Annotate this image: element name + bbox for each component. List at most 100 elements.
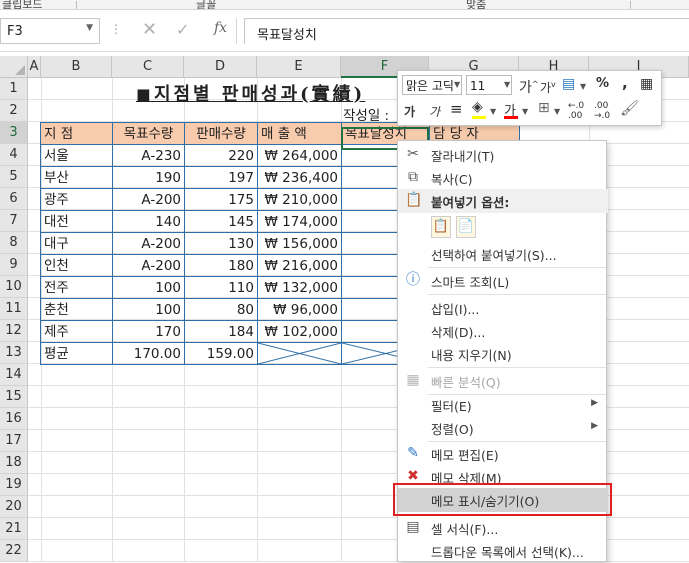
row-header-12[interactable]: 12 bbox=[0, 320, 28, 342]
cell-branch[interactable]: 대구 bbox=[40, 232, 113, 255]
percent-style-button[interactable]: % bbox=[596, 76, 609, 91]
fill-color-icon[interactable]: ◈ bbox=[472, 99, 483, 115]
cell-sales[interactable]: ₩ 102,000 bbox=[257, 320, 342, 343]
accounting-format-icon[interactable]: ▤ bbox=[562, 76, 575, 92]
header-sales[interactable]: 매 출 액 bbox=[257, 122, 342, 145]
cell-branch[interactable]: 제주 bbox=[40, 320, 113, 343]
select-all-button[interactable] bbox=[0, 56, 28, 78]
more-icon[interactable]: ⋮ bbox=[110, 22, 122, 36]
cell-branch[interactable]: 서울 bbox=[40, 144, 113, 167]
check-icon[interactable]: ✓ bbox=[176, 20, 189, 39]
cell-target[interactable]: A-230 bbox=[112, 144, 185, 167]
menu-item-smart-lookup[interactable]: ⓘ 스마트 조회(L) bbox=[398, 269, 608, 293]
paste-option-default-icon[interactable]: 📄 bbox=[456, 216, 476, 238]
insert-function-button[interactable]: fx bbox=[214, 20, 227, 36]
cell-branch[interactable]: 인천 bbox=[40, 254, 113, 277]
row-header-15[interactable]: 15 bbox=[0, 386, 28, 408]
menu-item-quick-analysis[interactable]: ▦ 빠른 분석(Q) bbox=[398, 369, 608, 393]
cell-sales[interactable]: ₩ 174,000 bbox=[257, 210, 342, 233]
format-painter-icon[interactable]: 🖌 bbox=[620, 99, 639, 117]
row-header-14[interactable]: 14 bbox=[0, 364, 28, 386]
cell-sales[interactable]: ₩ 156,000 bbox=[257, 232, 342, 255]
row-header-5[interactable]: 5 bbox=[0, 166, 28, 188]
decrease-decimal-icon[interactable]: .00 →.0 bbox=[594, 101, 610, 121]
borders-icon[interactable]: ⊞ bbox=[538, 100, 550, 116]
cell-branch[interactable]: 광주 bbox=[40, 188, 113, 211]
bold-button[interactable]: 가 bbox=[404, 103, 415, 120]
menu-item-format-cells[interactable]: ▤ 셀 서식(F)... bbox=[398, 516, 608, 540]
row-header-6[interactable]: 6 bbox=[0, 188, 28, 210]
cell-target[interactable]: 170 bbox=[112, 320, 185, 343]
row-header-1[interactable]: 1 bbox=[0, 78, 28, 100]
comma-style-button[interactable]: , bbox=[622, 74, 628, 92]
menu-item-sort[interactable]: 정렬(O) ▶ bbox=[398, 416, 608, 440]
cell-branch[interactable]: 전주 bbox=[40, 276, 113, 299]
cell-sales[interactable]: ₩ 210,000 bbox=[257, 188, 342, 211]
avg-sales-crossed[interactable] bbox=[257, 342, 342, 365]
row-header-21[interactable]: 21 bbox=[0, 518, 28, 540]
avg-target[interactable]: 170.00 bbox=[112, 342, 185, 365]
cell-sales[interactable]: ₩ 96,000 bbox=[257, 298, 342, 321]
chevron-down-icon[interactable]: ▼ bbox=[504, 80, 510, 89]
menu-item-cut[interactable]: ✂ 잘라내기(T) bbox=[398, 143, 608, 167]
row-header-9[interactable]: 9 bbox=[0, 254, 28, 276]
column-header-a[interactable]: A bbox=[28, 56, 41, 78]
cell-sold[interactable]: 184 bbox=[184, 320, 258, 343]
column-header-d[interactable]: D bbox=[184, 56, 257, 78]
cell-sold[interactable]: 220 bbox=[184, 144, 258, 167]
row-header-4[interactable]: 4 bbox=[0, 144, 28, 166]
cell-sold[interactable]: 110 bbox=[184, 276, 258, 299]
menu-item-filter[interactable]: 필터(E) ▶ bbox=[398, 393, 608, 417]
cell-branch[interactable]: 부산 bbox=[40, 166, 113, 189]
increase-font-icon[interactable]: 가^ bbox=[519, 77, 539, 97]
row-header-18[interactable]: 18 bbox=[0, 452, 28, 474]
menu-item-edit-comment[interactable]: ✎ 메모 편집(E) bbox=[398, 442, 608, 466]
header-sold-qty[interactable]: 판매수량 bbox=[184, 122, 258, 145]
cell-sold[interactable]: 175 bbox=[184, 188, 258, 211]
italic-button[interactable]: 가 bbox=[429, 103, 440, 120]
cell-sold[interactable]: 180 bbox=[184, 254, 258, 277]
row-header-13[interactable]: 13 bbox=[0, 342, 28, 364]
chevron-down-icon[interactable]: ▼ bbox=[554, 107, 560, 116]
formula-input[interactable]: 목표달성치 bbox=[244, 18, 689, 44]
row-header-2[interactable]: 2 bbox=[0, 100, 28, 122]
row-header-8[interactable]: 8 bbox=[0, 232, 28, 254]
cell-sold[interactable]: 130 bbox=[184, 232, 258, 255]
cell-target[interactable]: A-200 bbox=[112, 232, 185, 255]
cell-sales[interactable]: ₩ 236,400 bbox=[257, 166, 342, 189]
name-box[interactable]: F3 ▼ bbox=[0, 18, 100, 44]
cell-sales[interactable]: ₩ 216,000 bbox=[257, 254, 342, 277]
chevron-down-icon[interactable]: ▼ bbox=[522, 107, 528, 116]
cell-target[interactable]: 140 bbox=[112, 210, 185, 233]
column-header-c[interactable]: C bbox=[112, 56, 184, 78]
menu-item-copy[interactable]: ⧉ 복사(C) bbox=[398, 166, 608, 190]
menu-item-delete[interactable]: 삭제(D)... bbox=[398, 319, 608, 343]
column-header-e[interactable]: E bbox=[257, 56, 341, 78]
menu-item-paste-special[interactable]: 선택하여 붙여넣기(S)... bbox=[398, 242, 608, 266]
cell-target[interactable]: 190 bbox=[112, 166, 185, 189]
cell-branch[interactable]: 춘천 bbox=[40, 298, 113, 321]
row-header-3[interactable]: 3 bbox=[0, 122, 28, 144]
cell-sold[interactable]: 145 bbox=[184, 210, 258, 233]
avg-label[interactable]: 평균 bbox=[40, 342, 113, 365]
cell-sales[interactable]: ₩ 132,000 bbox=[257, 276, 342, 299]
header-branch[interactable]: 지 점 bbox=[40, 122, 113, 145]
column-header-b[interactable]: B bbox=[41, 56, 112, 78]
cell-target[interactable]: A-200 bbox=[112, 254, 185, 277]
increase-decimal-icon[interactable]: ←.0.00 bbox=[568, 101, 584, 121]
avg-sold[interactable]: 159.00 bbox=[184, 342, 258, 365]
header-target-qty[interactable]: 목표수량 bbox=[112, 122, 185, 145]
cell-sales[interactable]: ₩ 264,000 bbox=[257, 144, 342, 167]
menu-item-insert[interactable]: 삽입(I)... bbox=[398, 296, 608, 320]
row-header-20[interactable]: 20 bbox=[0, 496, 28, 518]
align-center-icon[interactable]: ≡ bbox=[450, 100, 463, 118]
row-header-17[interactable]: 17 bbox=[0, 430, 28, 452]
row-header-22[interactable]: 22 bbox=[0, 540, 28, 562]
paste-option-keep-source-icon[interactable]: 📋 bbox=[431, 216, 451, 238]
chevron-down-icon[interactable]: ▼ bbox=[454, 80, 460, 89]
menu-item-pick-from-dropdown[interactable]: 드롭다운 목록에서 선택(K)... bbox=[398, 539, 608, 563]
row-header-10[interactable]: 10 bbox=[0, 276, 28, 298]
menu-item-clear-contents[interactable]: 내용 지우기(N) bbox=[398, 342, 608, 366]
decrease-font-icon[interactable]: 가v bbox=[540, 79, 556, 96]
cell-sold[interactable]: 80 bbox=[184, 298, 258, 321]
